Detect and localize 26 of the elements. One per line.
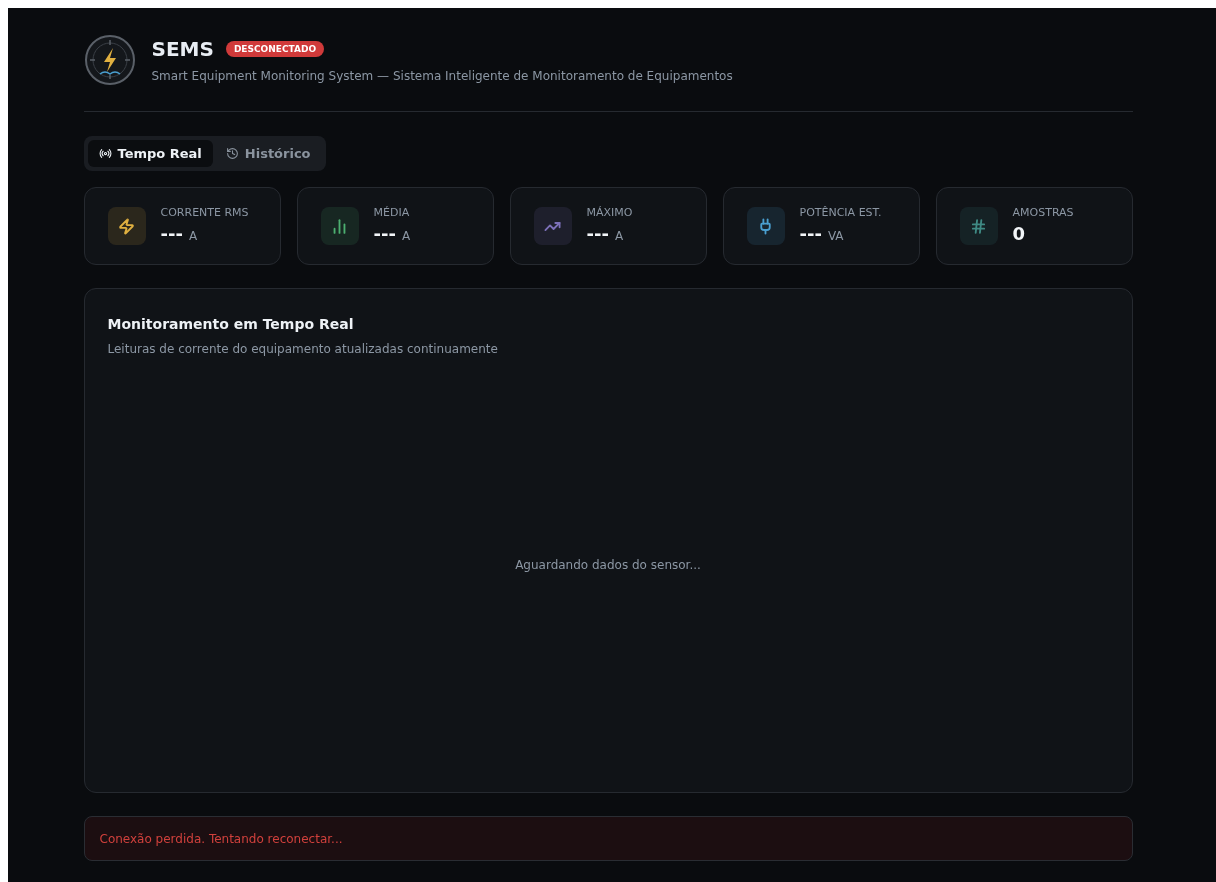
stat-unit: VA bbox=[827, 229, 844, 243]
stat-label: AMOSTRAS bbox=[1012, 206, 1074, 219]
stat-label: POTÊNCIA EST. bbox=[799, 206, 882, 219]
broadcast-icon bbox=[98, 147, 112, 160]
app-title: SEMS bbox=[151, 37, 214, 61]
stat-value: 0 bbox=[1012, 223, 1026, 244]
alert-message: Conexão perdida. Tentando reconectar... bbox=[99, 831, 343, 846]
stat-value: --- bbox=[586, 223, 609, 244]
stat-unit: A bbox=[401, 229, 411, 243]
panel-subtitle: Leituras de corrente do equipamento atualizadas continuamente bbox=[107, 342, 499, 356]
stat-unit: A bbox=[614, 229, 624, 243]
logo-icon bbox=[83, 34, 136, 86]
stat-value: --- bbox=[373, 223, 396, 244]
stat-label: MÉDIA bbox=[373, 206, 411, 219]
status-badge: DESCONECTADO bbox=[225, 41, 325, 57]
history-icon bbox=[225, 147, 239, 160]
tab[interactable]: Histórico bbox=[214, 140, 322, 167]
stat-value: --- bbox=[799, 223, 822, 244]
panel-title: Monitoramento em Tempo Real bbox=[107, 316, 355, 332]
stat-label: MÁXIMO bbox=[586, 206, 633, 219]
tab[interactable]: Tempo Real bbox=[87, 140, 213, 167]
empty-message: Aguardando dados do sensor... bbox=[515, 557, 701, 572]
stat-label: CORRENTE RMS bbox=[160, 206, 249, 219]
app-subtitle: Smart Equipment Monitoring System — Sistema Inteligente de Monitoramento de Equipamentos bbox=[151, 69, 733, 83]
stat-unit: A bbox=[188, 229, 198, 243]
stat-value: --- bbox=[160, 223, 183, 244]
